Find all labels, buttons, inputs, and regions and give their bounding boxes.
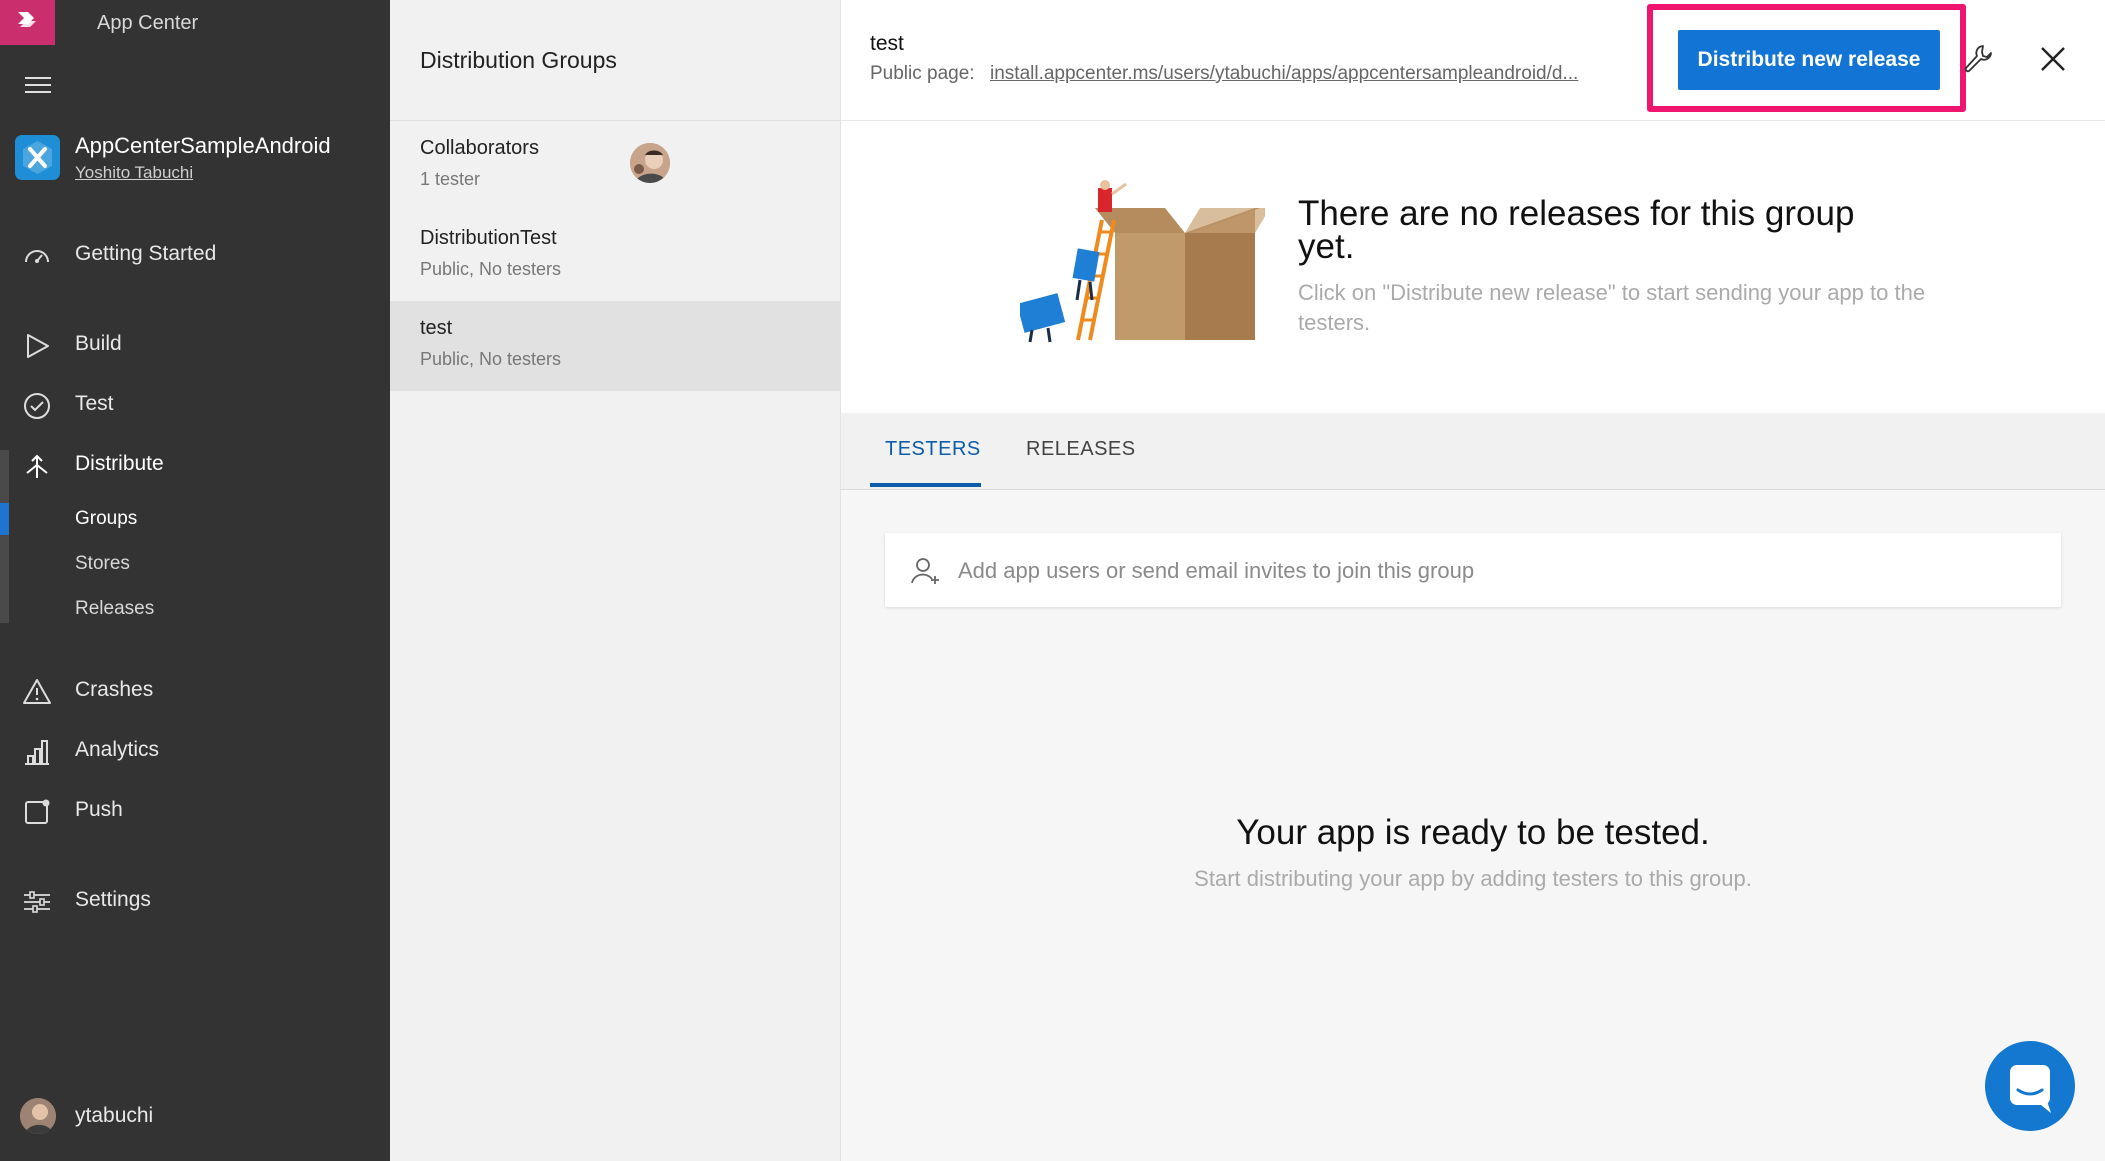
wrench-icon[interactable] bbox=[1962, 43, 1994, 75]
group-subtitle: 1 tester bbox=[420, 169, 481, 189]
nav-getting-started[interactable]: Getting Started bbox=[0, 232, 390, 278]
nav-label: Push bbox=[75, 798, 123, 821]
chat-support-button[interactable] bbox=[1985, 1041, 2075, 1131]
group-title: test bbox=[870, 32, 904, 55]
group-name: Collaborators bbox=[420, 137, 539, 159]
play-icon bbox=[27, 334, 49, 358]
nav-label: Test bbox=[75, 392, 114, 415]
user-name[interactable]: ytabuchi bbox=[75, 1104, 153, 1128]
empty-box-illustration bbox=[1020, 180, 1265, 343]
check-circle-icon bbox=[24, 393, 50, 419]
groups-title: Distribution Groups bbox=[420, 47, 617, 73]
xamarin-app-icon bbox=[15, 135, 60, 180]
push-icon bbox=[25, 799, 50, 824]
nav-label: Getting Started bbox=[75, 242, 217, 265]
app-owner-link[interactable]: Yoshito Tabuchi bbox=[75, 163, 193, 183]
group-item-collaborators[interactable]: Collaborators 1 tester bbox=[390, 121, 840, 211]
ready-title: Your app is ready to be tested. bbox=[1236, 813, 1710, 852]
group-item-test[interactable]: test Public, No testers bbox=[390, 301, 840, 391]
nav-settings[interactable]: Settings bbox=[0, 878, 390, 924]
warning-icon bbox=[23, 679, 51, 704]
public-page-link[interactable]: install.appcenter.ms/users/ytabuchi/apps… bbox=[990, 63, 1645, 85]
nav-push[interactable]: Push bbox=[0, 788, 390, 834]
empty-state-subtitle: Click on "Distribute new release" to sta… bbox=[1298, 280, 1926, 335]
tab-testers[interactable]: TESTERS bbox=[885, 438, 981, 461]
nav-analytics[interactable]: Analytics bbox=[0, 728, 390, 774]
group-subtitle: Public, No testers bbox=[420, 259, 562, 279]
app-center-title: App Center bbox=[97, 12, 199, 34]
subnav-releases[interactable]: Releases bbox=[75, 598, 154, 620]
close-icon[interactable] bbox=[2039, 45, 2067, 73]
active-item-marker bbox=[0, 503, 9, 535]
nav-build[interactable]: Build bbox=[0, 322, 390, 368]
sliders-icon bbox=[24, 891, 50, 913]
header-divider bbox=[841, 120, 2105, 121]
add-user-icon bbox=[911, 558, 939, 584]
tab-releases[interactable]: RELEASES bbox=[1026, 438, 1136, 461]
chat-icon bbox=[2010, 1065, 2051, 1113]
nav-label: Build bbox=[75, 332, 122, 355]
tester-avatar bbox=[630, 143, 670, 183]
distribute-icon bbox=[26, 454, 48, 478]
nav-label: Crashes bbox=[75, 678, 154, 701]
distribute-new-release-button[interactable]: Distribute new release bbox=[1678, 30, 1940, 90]
menu-icon[interactable] bbox=[25, 77, 51, 93]
user-avatar[interactable] bbox=[20, 1098, 56, 1134]
empty-state-title: There are no releases for this group yet… bbox=[1298, 194, 1855, 266]
nav-label: Settings bbox=[75, 888, 151, 911]
nav-label: Analytics bbox=[75, 738, 160, 761]
nav-distribute[interactable]: Distribute bbox=[0, 442, 390, 488]
invite-testers-input[interactable] bbox=[956, 550, 2040, 592]
nav-crashes[interactable]: Crashes bbox=[0, 668, 390, 714]
dashboard-icon bbox=[25, 250, 49, 263]
active-tab-indicator bbox=[870, 483, 981, 487]
group-name: test bbox=[420, 317, 453, 339]
group-name: DistributionTest bbox=[420, 227, 557, 249]
subnav-groups[interactable]: Groups bbox=[75, 508, 137, 530]
app-title[interactable]: AppCenterSampleAndroid bbox=[75, 133, 331, 159]
nav-label: Distribute bbox=[75, 452, 164, 475]
nav-test[interactable]: Test bbox=[0, 382, 390, 428]
bar-chart-icon bbox=[25, 740, 49, 765]
ready-subtitle: Start distributing your app by adding te… bbox=[1194, 866, 1752, 891]
group-item-distributiontest[interactable]: DistributionTest Public, No testers bbox=[390, 211, 840, 301]
app-center-logo-icon[interactable] bbox=[0, 0, 55, 45]
public-page-label: Public page: bbox=[870, 63, 975, 84]
subnav-stores[interactable]: Stores bbox=[75, 553, 130, 575]
group-subtitle: Public, No testers bbox=[420, 349, 562, 369]
